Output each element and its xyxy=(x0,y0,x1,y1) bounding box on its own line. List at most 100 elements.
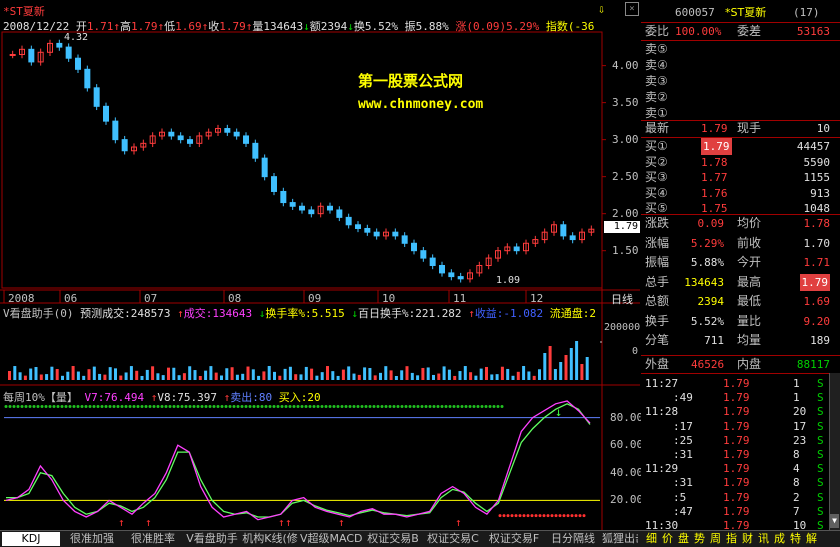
right-tab[interactable]: 讯 xyxy=(758,532,773,546)
signal-dot xyxy=(24,405,28,409)
signal-dot xyxy=(578,514,582,518)
right-tab[interactable]: 财 xyxy=(742,532,757,546)
volume-bar xyxy=(543,353,547,380)
stat-row: 总手 134643 最高 1.79 xyxy=(641,273,840,291)
signal-dot xyxy=(400,405,404,409)
indicator-tick-label: 80.00 xyxy=(610,410,644,424)
signal-dot xyxy=(28,405,32,409)
tick-scrollbar[interactable] xyxy=(829,373,840,530)
signal-dot xyxy=(436,405,440,409)
chart-area[interactable]: *ST夏新 ⇩ × 2008/12/22 开1.71↑高1.79↑低1.69↑收… xyxy=(0,0,644,530)
tab-7[interactable]: 权证交易B xyxy=(364,532,422,546)
volume-bar xyxy=(580,364,584,380)
tab-8[interactable]: 权证交易C xyxy=(424,532,482,546)
volume-bar xyxy=(177,375,181,380)
period-label[interactable]: 日线 xyxy=(611,291,633,307)
stat-row: 总额 2394 最低 1.69 xyxy=(641,293,840,310)
volume-bar xyxy=(66,371,70,380)
signal-dot xyxy=(116,405,120,409)
right-tab[interactable]: 成 xyxy=(774,532,789,546)
indicator-tabs: KDJ 很准加强 很准胜率 V看盘助手 机构K线(修 V超级MACD 权证交易B 权证交易C 权… xyxy=(0,530,840,547)
tab-9[interactable]: 权证交易F xyxy=(484,532,544,546)
volume-bar xyxy=(569,348,573,380)
signal-dot xyxy=(176,405,180,409)
tab-4[interactable]: V看盘助手 xyxy=(184,532,240,546)
sell-row: 卖④ xyxy=(641,57,840,74)
volume-bar xyxy=(29,368,33,380)
signal-dot xyxy=(244,405,248,409)
tab-10[interactable]: 日分隔线 xyxy=(546,532,600,546)
volume-bar xyxy=(92,366,96,380)
candle xyxy=(560,224,567,237)
tab-11[interactable]: 狐狸出击 xyxy=(602,532,638,546)
right-tab[interactable]: 周 xyxy=(710,532,725,546)
tab-2[interactable]: 很准加强 xyxy=(62,532,122,546)
volume-bar xyxy=(463,366,467,380)
buy-label: 买④ xyxy=(645,185,668,200)
right-tab[interactable]: 势 xyxy=(694,532,709,546)
buy-arrow-icon: ↑ xyxy=(118,516,125,529)
volume-bar xyxy=(310,368,314,380)
signal-dot xyxy=(348,405,352,409)
volume-bar xyxy=(209,366,213,380)
buy-arrow-icon: ↑ xyxy=(278,516,285,529)
volume-bar xyxy=(18,372,22,380)
candle xyxy=(280,190,287,204)
price-tick-label: 2.00 xyxy=(612,206,639,220)
volume-header-item: 收益:-1.082 xyxy=(474,307,550,320)
signal-dot xyxy=(356,405,360,409)
buy-volume: 44457 xyxy=(796,140,830,153)
signal-dot xyxy=(252,405,256,409)
signal-dot xyxy=(534,514,538,518)
right-tab[interactable]: 指 xyxy=(726,532,741,546)
inner-value: 88117 xyxy=(796,358,830,371)
signal-dot xyxy=(168,405,172,409)
signal-dot xyxy=(352,405,356,409)
signal-dot xyxy=(268,405,272,409)
volume-header-item: 成交:134643 xyxy=(183,307,259,320)
volume-bar xyxy=(39,374,43,380)
candle xyxy=(9,54,16,57)
tab-5[interactable]: 机构K线(修 xyxy=(242,532,298,546)
tab-6[interactable]: V超级MACD xyxy=(300,532,362,546)
signal-dot xyxy=(518,514,522,518)
right-tab[interactable]: 盘 xyxy=(678,532,693,546)
signal-dot xyxy=(220,405,224,409)
volume-bar xyxy=(288,366,292,380)
stat-row: 涨幅 5.29% 前收 1.70 xyxy=(641,235,840,252)
volume-bar xyxy=(257,375,261,380)
outer-value: 46526 xyxy=(691,358,725,371)
volume-bar xyxy=(294,374,298,380)
signal-dot xyxy=(172,405,176,409)
signal-dot xyxy=(272,405,276,409)
signal-dot xyxy=(570,514,574,518)
candle xyxy=(420,250,427,259)
buy-arrow-icon: ↑ xyxy=(338,516,345,529)
signal-dot xyxy=(506,514,510,518)
tab-1[interactable]: KDJ xyxy=(2,532,60,546)
right-tab[interactable]: 特 xyxy=(790,532,805,546)
month-label: 2008 xyxy=(8,292,35,305)
volume-bar xyxy=(45,374,49,380)
right-tab[interactable]: 解 xyxy=(806,532,821,546)
tab-3[interactable]: 很准胜率 xyxy=(124,532,182,546)
scroll-down-icon[interactable]: ▼ xyxy=(830,514,839,528)
volume-header-item: V看盘助手(0) xyxy=(3,307,81,320)
signal-dot xyxy=(204,405,208,409)
right-tab[interactable]: 细 xyxy=(646,532,661,546)
signal-dot xyxy=(228,405,232,409)
signal-dot xyxy=(522,514,526,518)
signal-dot xyxy=(368,405,372,409)
volume-bar xyxy=(490,374,494,380)
volume-bar xyxy=(235,374,239,380)
volume-bar xyxy=(204,370,208,380)
volume-bar xyxy=(304,366,308,380)
signal-dot xyxy=(488,405,492,409)
signal-dot xyxy=(136,405,140,409)
volume-header: V看盘助手(0) 预测成交:248573 ↑成交:134643 ↓换手率%:5.… xyxy=(3,305,596,321)
volume-bar xyxy=(273,371,276,380)
signal-dot xyxy=(546,514,550,518)
right-tab[interactable]: 价 xyxy=(662,532,677,546)
volume-bar xyxy=(50,366,54,380)
signal-dot xyxy=(240,405,244,409)
